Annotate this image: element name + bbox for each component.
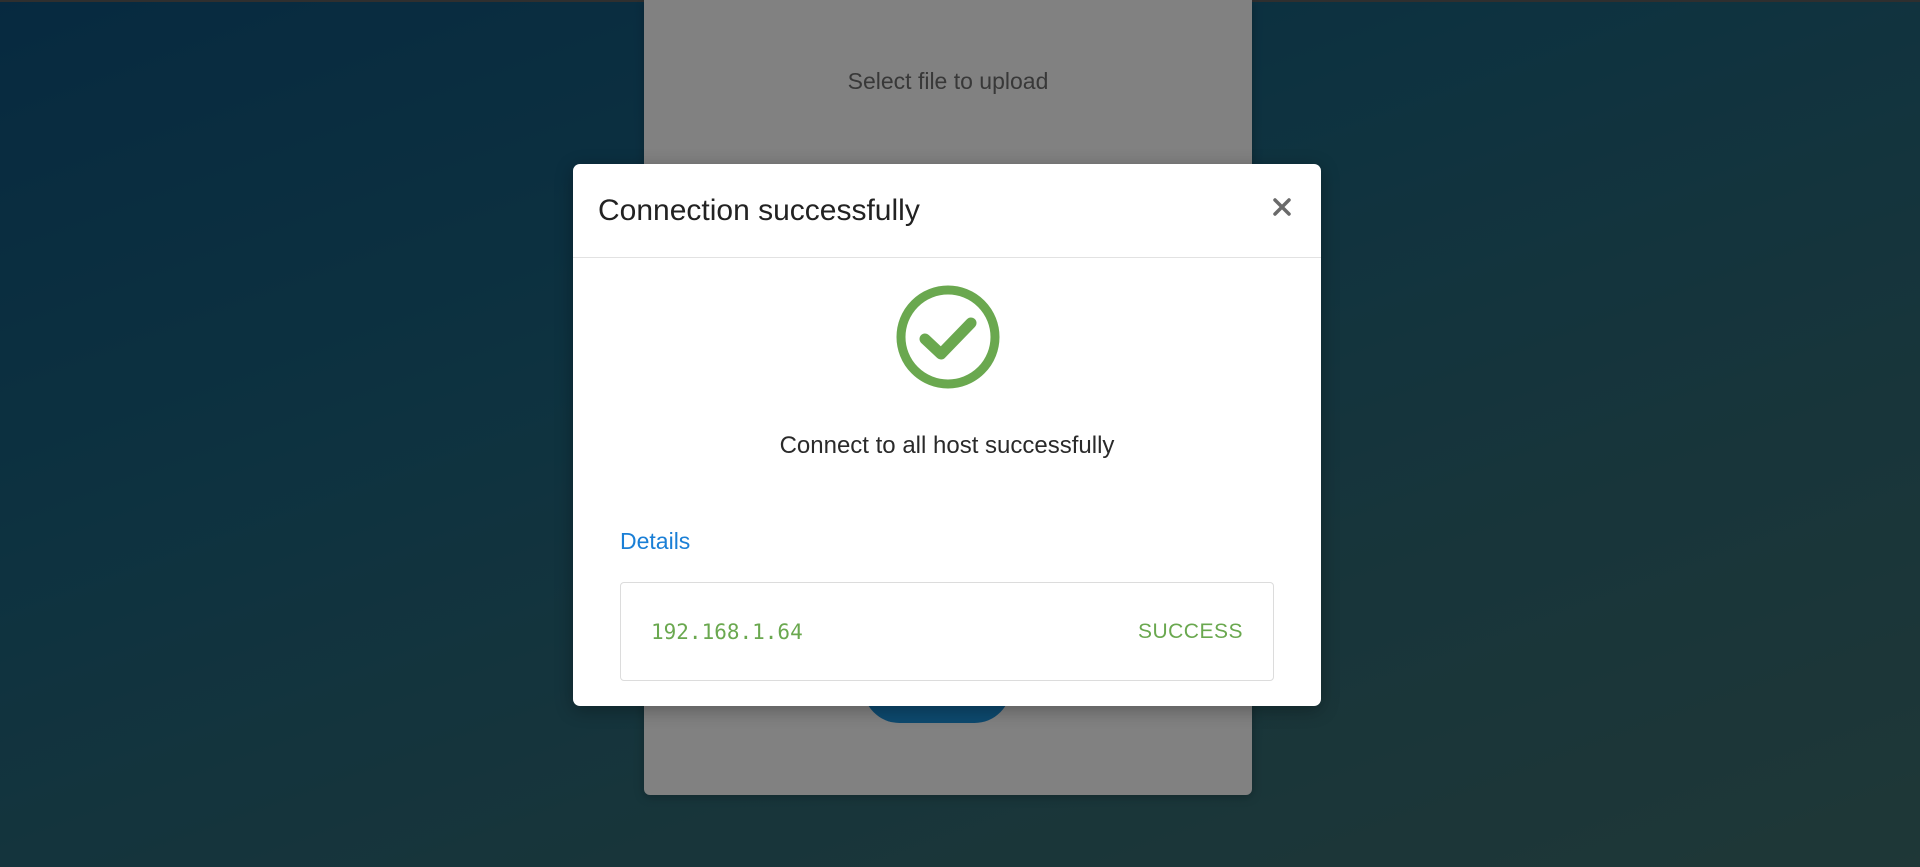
connection-modal: Connection successfully Connect to all h… (573, 164, 1321, 706)
page: Select file to upload Connection success… (0, 0, 1920, 867)
close-button[interactable] (1265, 190, 1299, 224)
host-status: SUCCESS (1137, 620, 1243, 643)
close-icon (1273, 198, 1291, 216)
status-message: Connect to all host successfully (779, 432, 1115, 459)
modal-title: Connection successfully (598, 194, 920, 227)
check-circle-icon (896, 285, 1000, 389)
host-ip: 192.168.1.64 (651, 620, 803, 644)
modal-header: Connection successfully (573, 164, 1321, 258)
details-link[interactable]: Details (620, 528, 690, 555)
host-result-row: 192.168.1.64 SUCCESS (620, 582, 1274, 681)
